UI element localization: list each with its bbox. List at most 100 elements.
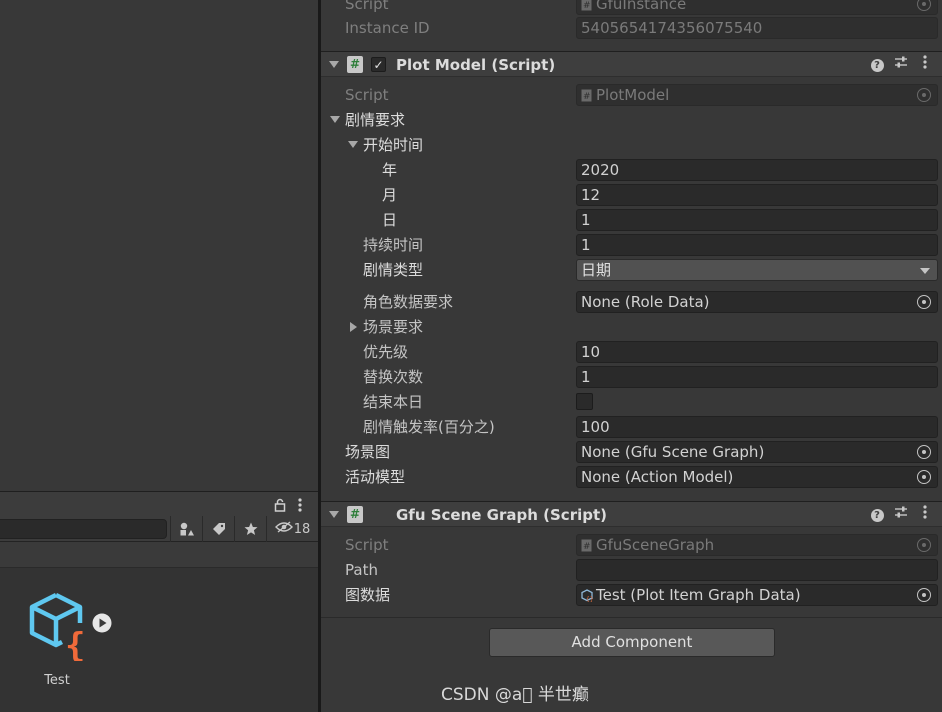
component-divider: [321, 617, 942, 618]
svg-text:#: #: [583, 92, 591, 102]
end-today-checkbox[interactable]: [576, 393, 593, 410]
gfu-scene-graph-component-header[interactable]: # Gfu Scene Graph (Script) ?: [321, 501, 942, 527]
duration-input[interactable]: 1: [576, 234, 938, 256]
priority-input[interactable]: 10: [576, 341, 938, 363]
role-data-row: 角色数据要求 None (Role Data): [321, 290, 942, 315]
gfu-instance-script-row: Script # GfuInstance: [321, 0, 942, 17]
scene-graph-field[interactable]: None (Gfu Scene Graph): [576, 441, 938, 463]
plot-model-script-row: Script # PlotModel: [321, 83, 942, 108]
object-picker-icon[interactable]: [917, 0, 931, 11]
kebab-menu-icon[interactable]: [298, 492, 302, 517]
priority-row: 优先级 10: [321, 340, 942, 365]
role-data-value: None (Role Data): [581, 293, 710, 311]
month-input[interactable]: 12: [576, 184, 938, 206]
component-enabled-checkbox[interactable]: ✓: [371, 57, 386, 72]
trigger-rate-input[interactable]: 100: [576, 416, 938, 438]
label-icon[interactable]: [202, 516, 234, 542]
action-model-value: None (Action Model): [581, 468, 734, 486]
project-search-input[interactable]: [0, 519, 167, 539]
graph-data-asset-icon: {}: [581, 587, 594, 603]
script-field[interactable]: # GfuInstance: [576, 0, 938, 15]
end-today-label: 结束本日: [363, 393, 424, 411]
component-title: Gfu Scene Graph (Script): [396, 506, 608, 524]
presets-icon[interactable]: [892, 55, 910, 75]
fold-arrow-icon[interactable]: [348, 141, 358, 148]
scene-requirements-foldout[interactable]: 场景要求: [321, 315, 942, 340]
svg-text:#: #: [583, 1, 591, 11]
script-file-icon: #: [581, 87, 593, 102]
asset-item-test[interactable]: {} Test: [28, 592, 114, 693]
plot-type-label: 剧情类型: [363, 261, 424, 279]
script-hash-icon: #: [347, 56, 363, 73]
filter-by-type-icon[interactable]: [170, 516, 202, 542]
replace-count-input[interactable]: 1: [576, 366, 938, 388]
object-picker-icon[interactable]: [917, 470, 931, 484]
path-row: Path: [321, 558, 942, 583]
script-field[interactable]: # PlotModel: [576, 84, 938, 106]
replace-count-label: 替换次数: [363, 368, 424, 386]
role-data-label: 角色数据要求: [363, 293, 454, 311]
action-model-field[interactable]: None (Action Model): [576, 466, 938, 488]
plot-requirements-foldout[interactable]: 剧情要求: [321, 108, 942, 133]
play-icon[interactable]: [92, 613, 112, 637]
instance-id-label: Instance ID: [345, 19, 430, 37]
fold-arrow-icon[interactable]: [329, 61, 339, 68]
start-time-foldout[interactable]: 开始时间: [321, 133, 942, 158]
help-icon[interactable]: ?: [868, 55, 886, 75]
asset-label: Test: [44, 673, 70, 688]
script-value: PlotModel: [596, 86, 670, 104]
add-component-button[interactable]: Add Component: [489, 628, 775, 657]
object-picker-icon[interactable]: [917, 538, 931, 552]
project-toolbar: 18: [0, 516, 318, 542]
script-label: Script: [345, 86, 389, 104]
month-row: 月 12: [321, 183, 942, 208]
hidden-packages-toggle[interactable]: 18: [266, 516, 318, 542]
action-model-label: 活动模型: [345, 468, 406, 486]
object-picker-icon[interactable]: [917, 445, 931, 459]
replace-count-row: 替换次数 1: [321, 365, 942, 390]
gfu-scene-graph-script-row: Script # GfuSceneGraph: [321, 533, 942, 558]
kebab-menu-icon[interactable]: [916, 55, 934, 75]
star-icon[interactable]: [234, 516, 266, 542]
watermark-text: CSDN @a  半世癫: [441, 685, 589, 705]
presets-icon[interactable]: [892, 505, 910, 525]
day-label: 日: [382, 211, 398, 229]
script-field[interactable]: # GfuSceneGraph: [576, 534, 938, 556]
role-data-field[interactable]: None (Role Data): [576, 291, 938, 313]
year-row: 年 2020: [321, 158, 942, 183]
start-time-label: 开始时间: [363, 136, 424, 154]
fold-arrow-icon[interactable]: [350, 322, 357, 332]
object-picker-icon[interactable]: [917, 88, 931, 102]
month-label: 月: [382, 186, 398, 204]
path-input[interactable]: [576, 559, 938, 581]
scene-graph-label: 场景图: [345, 443, 391, 461]
script-label: Script: [345, 536, 389, 554]
priority-label: 优先级: [363, 343, 409, 361]
fold-arrow-icon[interactable]: [330, 116, 340, 123]
plot-model-component-header[interactable]: # ✓ Plot Model (Script) ?: [321, 51, 942, 77]
kebab-menu-icon[interactable]: [916, 505, 934, 525]
project-breadcrumb-bar: [0, 542, 318, 568]
scene-requirements-label: 场景要求: [363, 318, 424, 336]
hidden-packages-count: 18: [293, 521, 311, 537]
help-icon[interactable]: ?: [868, 505, 886, 525]
svg-text:{}: {}: [65, 626, 88, 661]
scene-graph-value: None (Gfu Scene Graph): [581, 443, 765, 461]
script-file-icon: #: [581, 537, 593, 552]
plot-type-dropdown[interactable]: 日期: [576, 259, 938, 281]
trigger-rate-row: 剧情触发率(百分之) 100: [321, 415, 942, 440]
object-picker-icon[interactable]: [917, 295, 931, 309]
hidden-packages-icon: [274, 521, 293, 537]
project-panel-header: [0, 491, 318, 516]
graph-data-label: 图数据: [345, 586, 391, 604]
graph-data-field[interactable]: {} Test (Plot Item Graph Data): [576, 584, 938, 606]
svg-text:#: #: [583, 542, 591, 552]
year-input[interactable]: 2020: [576, 159, 938, 181]
fold-arrow-icon[interactable]: [329, 511, 339, 518]
plot-requirements-label: 剧情要求: [345, 111, 406, 129]
graph-data-row: 图数据 {} Test (Plot Item Graph Data): [321, 583, 942, 608]
day-input[interactable]: 1: [576, 209, 938, 231]
lock-icon[interactable]: [274, 492, 286, 517]
script-file-icon: #: [581, 0, 593, 11]
object-picker-icon[interactable]: [917, 588, 931, 602]
